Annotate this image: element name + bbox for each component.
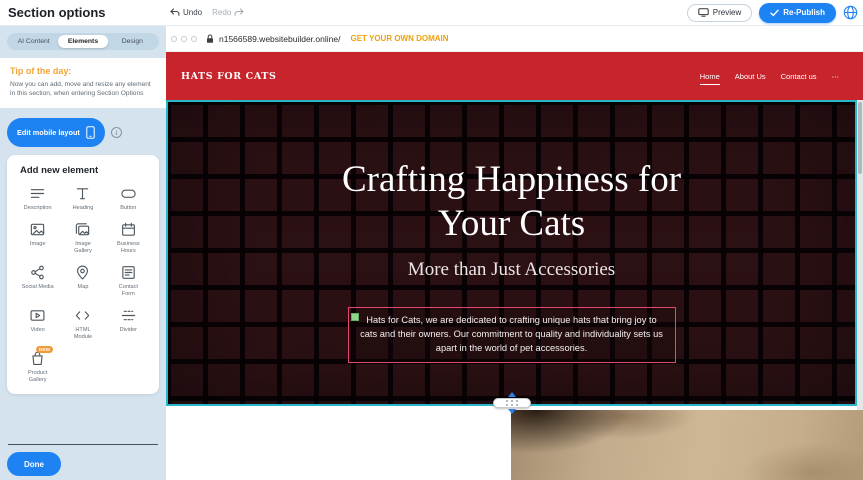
tip-body: Now you can add, move and resize any ele…: [10, 80, 156, 98]
website-builder-app: Section options Undo Redo: [0, 0, 863, 480]
nav-home[interactable]: Home: [700, 72, 720, 85]
nav-more-icon[interactable]: ⋯: [832, 72, 840, 81]
element-tile-image[interactable]: Image: [15, 221, 60, 255]
edit-mobile-layout-button[interactable]: Edit mobile layout: [7, 118, 105, 147]
resize-arrow-up-icon: [508, 392, 516, 397]
element-tile-divider[interactable]: Divider: [106, 307, 151, 341]
form-icon: [120, 264, 137, 281]
topbar: Section options Undo Redo: [0, 0, 863, 26]
site-logo[interactable]: HATS FOR CATS: [181, 71, 276, 82]
element-tile-map[interactable]: Map: [60, 264, 105, 298]
add-element-title: Add new element: [20, 165, 151, 176]
button-icon: [120, 185, 137, 202]
element-tile-description[interactable]: Description: [15, 185, 60, 212]
nav-contact-us[interactable]: Contact us: [781, 72, 817, 81]
mobile-layout-row: Edit mobile layout i: [7, 118, 159, 147]
element-tile-business-hours[interactable]: Business Hours: [106, 221, 151, 255]
browser-bar: n1566589.websitebuilder.online/ GET YOUR…: [166, 26, 863, 52]
hero-paragraph: Hats for Cats, we are dedicated to craft…: [358, 314, 666, 356]
element-tile-product-gallery[interactable]: NEW Product Gallery: [15, 350, 60, 384]
resize-grip[interactable]: [493, 398, 531, 408]
lock-icon: [206, 34, 214, 44]
site-url: n1566589.websitebuilder.online/: [219, 34, 340, 44]
share-icon: [29, 264, 46, 281]
footer-divider: [8, 444, 158, 446]
code-icon: [74, 307, 91, 324]
preview-label: Preview: [713, 8, 741, 17]
tab-elements[interactable]: Elements: [58, 35, 107, 48]
text-lines-icon: [29, 185, 46, 202]
element-tile-contact-form[interactable]: Contact Form: [106, 264, 151, 298]
sidebar-tabs: AI Content Elements Design: [7, 33, 159, 50]
tip-title: Tip of the day:: [10, 66, 156, 76]
tab-design[interactable]: Design: [108, 35, 157, 48]
calendar-icon: [120, 221, 137, 238]
resize-arrow-down-icon: [508, 409, 516, 414]
window-dot: [191, 36, 197, 42]
nav-about-us[interactable]: About Us: [735, 72, 766, 81]
hero-paragraph-element[interactable]: Hats for Cats, we are dedicated to craft…: [348, 307, 676, 363]
undo-icon: [170, 8, 180, 17]
element-tile-html-module[interactable]: HTML Module: [60, 307, 105, 341]
video-icon: [29, 307, 46, 324]
language-globe-icon[interactable]: [843, 5, 858, 20]
redo-button[interactable]: Redo: [212, 8, 244, 17]
tab-ai-content[interactable]: AI Content: [9, 35, 58, 48]
sidebar-footer: Done: [0, 444, 166, 480]
info-icon[interactable]: i: [111, 127, 122, 138]
add-element-panel: Add new element Description Heading Butt…: [7, 155, 159, 394]
section-resize-handle[interactable]: [491, 392, 533, 414]
republish-label: Re-Publish: [783, 8, 825, 17]
element-tile-social-media[interactable]: Social Media: [15, 264, 60, 298]
heading-icon: [74, 185, 91, 202]
edit-mobile-layout-label: Edit mobile layout: [17, 128, 80, 137]
site-preview-stage: n1566589.websitebuilder.online/ GET YOUR…: [166, 26, 863, 480]
phone-icon: [86, 126, 95, 139]
page-title: Section options: [8, 5, 106, 20]
done-button[interactable]: Done: [7, 452, 61, 476]
sidebar: AI Content Elements Design Tip of the da…: [0, 26, 166, 480]
element-drag-handle[interactable]: [351, 313, 359, 321]
undo-button[interactable]: Undo: [170, 8, 202, 17]
redo-label: Redo: [212, 8, 231, 17]
element-tile-button[interactable]: Button: [106, 185, 151, 212]
redo-icon: [234, 8, 244, 17]
site-header[interactable]: HATS FOR CATS Home About Us Contact us ⋯: [166, 52, 863, 100]
preview-button[interactable]: Preview: [687, 4, 752, 22]
site-nav: Home About Us Contact us ⋯: [700, 72, 839, 81]
monitor-icon: [698, 8, 709, 17]
history-controls: Undo Redo: [170, 8, 244, 17]
scrollbar-thumb[interactable]: [858, 102, 862, 174]
hero-heading[interactable]: Crafting Happiness for Your Cats: [342, 158, 681, 245]
element-tile-image-gallery[interactable]: Image Gallery: [60, 221, 105, 255]
topbar-actions: Preview Re-Publish: [687, 3, 858, 23]
republish-button[interactable]: Re-Publish: [759, 3, 836, 23]
window-dot: [181, 36, 187, 42]
get-domain-link[interactable]: GET YOUR OWN DOMAIN: [350, 34, 448, 43]
tip-of-the-day: Tip of the day: Now you can add, move an…: [0, 58, 166, 108]
image-icon: [29, 221, 46, 238]
window-dots: [171, 36, 197, 42]
element-tile-heading[interactable]: Heading: [60, 185, 105, 212]
hero-section[interactable]: Crafting Happiness for Your Cats More th…: [166, 100, 857, 406]
new-badge: NEW: [36, 346, 53, 353]
image-gallery-icon: [74, 221, 91, 238]
element-tile-video[interactable]: Video: [15, 307, 60, 341]
element-grid: Description Heading Button I: [15, 185, 151, 384]
check-icon: [770, 9, 779, 17]
window-dot: [171, 36, 177, 42]
cat-photo: [511, 410, 863, 480]
undo-label: Undo: [183, 8, 202, 17]
hero-subheading[interactable]: More than Just Accessories: [408, 259, 615, 281]
divider-icon: [120, 307, 137, 324]
map-pin-icon: [74, 264, 91, 281]
